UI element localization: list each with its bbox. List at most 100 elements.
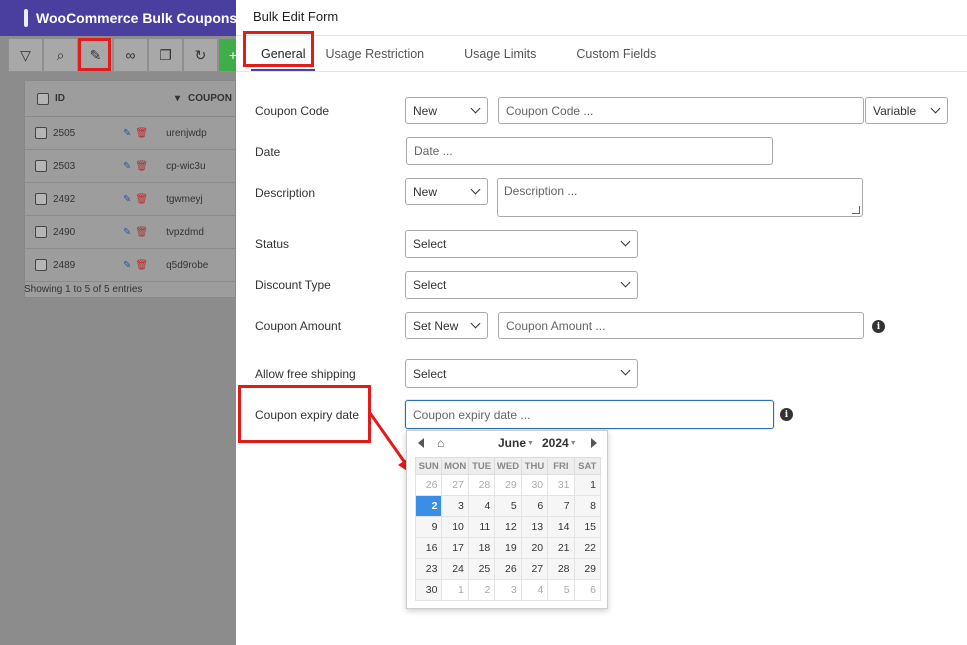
coupon-code-mode-select[interactable]: New <box>405 97 488 124</box>
calendar-day[interactable]: 15 <box>573 516 602 538</box>
calendar-day[interactable]: 3 <box>441 495 469 517</box>
calendar-day[interactable]: 5 <box>494 495 522 517</box>
calendar-day-other-month[interactable]: 30 <box>520 474 549 496</box>
table-row[interactable]: 2490 ✎ 🗑 tvpzdmd <box>25 216 235 249</box>
trash-icon[interactable]: 🗑 <box>135 227 148 238</box>
calendar-day-other-month[interactable]: 27 <box>441 474 469 496</box>
edit-icon[interactable]: ✎ <box>123 161 131 172</box>
calendar-day[interactable]: 28 <box>547 558 575 580</box>
resize-handle-icon[interactable] <box>852 206 860 214</box>
prev-month-icon[interactable] <box>418 438 424 448</box>
chevron-down-icon <box>470 184 481 195</box>
expiry-date-input[interactable]: Coupon expiry date ... <box>405 400 774 429</box>
caret-down-icon: ▼ <box>569 440 577 448</box>
select-all-checkbox[interactable] <box>37 92 49 105</box>
calendar-day[interactable]: 12 <box>494 516 522 538</box>
table-row[interactable]: 2503 ✎ 🗑 cp-wic3u <box>25 150 235 183</box>
row-checkbox[interactable] <box>35 193 47 205</box>
calendar-day[interactable]: 22 <box>573 537 602 559</box>
calendar-day-other-month[interactable]: 28 <box>467 474 496 496</box>
filter-icon[interactable]: ▽ <box>8 38 43 72</box>
row-checkbox[interactable] <box>35 226 47 238</box>
calendar-day[interactable]: 10 <box>441 516 469 538</box>
table-row[interactable]: 2492 ✎ 🗑 tgwmeyj <box>25 183 235 216</box>
calendar-day[interactable]: 30 <box>414 579 443 601</box>
table-row[interactable]: 2489 ✎ 🗑 q5d9robe <box>25 249 235 282</box>
calendar-day[interactable]: 9 <box>414 516 443 538</box>
trash-icon[interactable]: 🗑 <box>135 194 148 205</box>
edit-icon[interactable]: ✎ <box>123 194 131 205</box>
edit-icon[interactable]: ✎ <box>123 227 131 238</box>
calendar-day-other-month[interactable]: 1 <box>441 579 469 601</box>
coupon-header: COUPON <box>188 93 232 104</box>
calendar-day[interactable]: 16 <box>414 537 443 559</box>
calendar-day-other-month[interactable]: 31 <box>547 474 575 496</box>
week-row: 2345678 <box>414 495 602 517</box>
row-code: tvpzdmd <box>166 226 204 238</box>
calendar-day-other-month[interactable]: 4 <box>520 579 549 601</box>
trash-icon[interactable]: 🗑 <box>135 161 148 172</box>
info-icon[interactable]: i <box>780 408 793 421</box>
calendar-day[interactable]: 8 <box>573 495 602 517</box>
description-mode-select[interactable]: New <box>405 178 488 205</box>
calendar-day-other-month[interactable]: 26 <box>414 474 443 496</box>
year-select[interactable]: 2024▼ <box>542 436 577 450</box>
weekday-label: SAT <box>573 457 602 475</box>
calendar-day[interactable]: 19 <box>494 537 522 559</box>
next-month-icon[interactable] <box>591 438 597 448</box>
calendar-day[interactable]: 14 <box>547 516 575 538</box>
year-label: 2024 <box>542 436 569 450</box>
sort-icon[interactable]: ▾ <box>175 93 180 104</box>
calendar-day-selected[interactable]: 2 <box>414 495 443 517</box>
calendar-day-other-month[interactable]: 29 <box>494 474 522 496</box>
duplicate-icon[interactable]: ❐ <box>148 38 183 72</box>
trash-icon[interactable]: 🗑 <box>135 260 148 271</box>
table-row[interactable]: 2505 ✎ 🗑 urenjwdp <box>25 117 235 150</box>
calendar-day[interactable]: 20 <box>520 537 549 559</box>
trash-icon[interactable]: 🗑 <box>135 128 148 139</box>
tab-custom-fields[interactable]: Custom Fields <box>566 47 666 71</box>
row-checkbox[interactable] <box>35 160 47 172</box>
tab-usage-limits[interactable]: Usage Limits <box>454 47 546 71</box>
edit-icon[interactable]: ✎ <box>123 260 131 271</box>
calendar-day[interactable]: 26 <box>494 558 522 580</box>
calendar-day[interactable]: 1 <box>573 474 602 496</box>
coupon-code-type-select[interactable]: Variable <box>865 97 948 124</box>
calendar-day[interactable]: 25 <box>467 558 496 580</box>
home-icon[interactable]: ⌂ <box>437 436 444 450</box>
link-icon[interactable]: ∞ <box>113 38 148 72</box>
calendar-day-other-month[interactable]: 2 <box>467 579 496 601</box>
search-icon[interactable]: ⌕ <box>43 38 78 72</box>
coupon-amount-input[interactable]: Coupon Amount ... <box>498 312 864 339</box>
row-code: tgwmeyj <box>166 193 203 205</box>
calendar-day[interactable]: 27 <box>520 558 549 580</box>
date-input[interactable]: Date ... <box>406 137 773 165</box>
calendar-day-other-month[interactable]: 6 <box>573 579 602 601</box>
edit-icon[interactable]: ✎ <box>123 128 131 139</box>
tab-usage-restriction[interactable]: Usage Restriction <box>315 47 434 71</box>
calendar-day[interactable]: 29 <box>573 558 602 580</box>
calendar-day[interactable]: 24 <box>441 558 469 580</box>
calendar-day[interactable]: 7 <box>547 495 575 517</box>
calendar-day[interactable]: 17 <box>441 537 469 559</box>
calendar-day-other-month[interactable]: 5 <box>547 579 575 601</box>
coupon-code-input[interactable]: Coupon Code ... <box>498 97 864 124</box>
row-checkbox[interactable] <box>35 127 47 139</box>
free-shipping-select[interactable]: Select <box>405 359 638 388</box>
refresh-icon[interactable]: ↻ <box>183 38 218 72</box>
calendar-day[interactable]: 11 <box>467 516 496 538</box>
coupon-amount-mode-select[interactable]: Set New <box>405 312 488 339</box>
row-checkbox[interactable] <box>35 259 47 271</box>
calendar-day[interactable]: 21 <box>547 537 575 559</box>
month-select[interactable]: June▼ <box>498 436 534 450</box>
calendar-day[interactable]: 4 <box>467 495 496 517</box>
calendar-day-other-month[interactable]: 3 <box>494 579 522 601</box>
status-select[interactable]: Select <box>405 230 638 258</box>
discount-type-select[interactable]: Select <box>405 271 638 299</box>
calendar-day[interactable]: 23 <box>414 558 443 580</box>
calendar-day[interactable]: 6 <box>520 495 549 517</box>
info-icon[interactable]: i <box>872 320 885 333</box>
calendar-day[interactable]: 13 <box>520 516 549 538</box>
description-textarea[interactable]: Description ... <box>497 178 863 217</box>
calendar-day[interactable]: 18 <box>467 537 496 559</box>
